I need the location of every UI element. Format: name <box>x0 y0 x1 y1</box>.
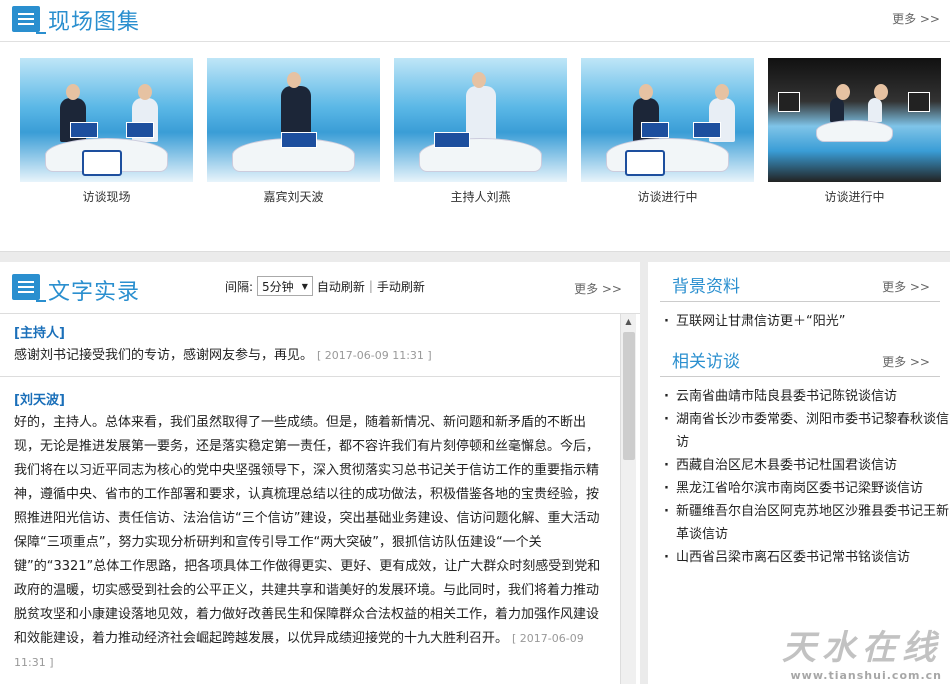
background-title: 背景资料 <box>672 277 740 297</box>
camera-icon <box>908 92 930 112</box>
timestamp: [ 2017-06-09 11:31 ] <box>317 349 432 362</box>
photo-item[interactable]: 嘉宾刘天波 <box>207 58 380 205</box>
transcript-entry: [主持人] 感谢刘书记接受我们的专访，感谢网友参与，再见。[ 2017-06-0… <box>0 314 620 368</box>
guest-figure <box>830 84 850 122</box>
photo-item[interactable]: 访谈进行中 <box>581 58 754 205</box>
related-item[interactable]: 湖南省长沙市委常委、浏阳市委书记黎春秋谈信访 <box>664 408 950 454</box>
photo-thumbnail[interactable] <box>768 58 941 182</box>
record-title: 文字实录 <box>48 280 141 305</box>
related-header: 相关访谈 更多 >> <box>660 337 940 377</box>
gallery-header: 现场图集 更多 >> <box>0 0 950 42</box>
record-more-link[interactable]: 更多 >> <box>574 280 622 297</box>
interval-label: 间隔: <box>225 279 254 294</box>
background-item[interactable]: 互联网让甘肃信访更＋“阳光” <box>664 310 950 333</box>
message-body: 好的，主持人。总体来看，我们虽然取得了一些成绩。但是，随着新情况、新问题和新矛盾… <box>14 415 601 646</box>
transcript-entry: [刘天波] 好的，主持人。总体来看，我们虽然取得了一些成绩。但是，随着新情况、新… <box>0 376 620 675</box>
auto-refresh-button[interactable]: 自动刷新 <box>317 278 365 295</box>
scroll-up-icon[interactable]: ▲ <box>621 314 636 330</box>
related-list: 云南省曲靖市陆良县委书记陈锐谈信访 湖南省长沙市委常委、浏阳市委书记黎春秋谈信访… <box>648 377 950 573</box>
document-list-icon <box>12 274 46 302</box>
gallery-title: 现场图集 <box>48 10 141 35</box>
photo-strip: 访谈现场 嘉宾刘天波 主持人刘燕 访谈进行中 访谈进行中 <box>20 58 941 205</box>
scrollbar-thumb[interactable] <box>623 332 635 460</box>
related-item[interactable]: 新疆维吾尔自治区阿克苏地区沙雅县委书记王新革谈信访 <box>664 500 950 546</box>
interval-select[interactable]: 5分钟 ▼ <box>257 276 313 296</box>
separator: | <box>368 279 373 293</box>
host-figure <box>466 72 496 142</box>
message-text: 好的，主持人。总体来看，我们虽然取得了一些成绩。但是，随着新情况、新问题和新矛盾… <box>14 411 608 675</box>
related-item[interactable]: 山西省吕梁市离石区委书记常书铭谈信访 <box>664 546 950 569</box>
photo-caption: 访谈现场 <box>82 190 131 204</box>
desk-screen <box>70 122 98 138</box>
message-text: 感谢刘书记接受我们的专访，感谢网友参与，再见。[ 2017-06-09 11:3… <box>14 344 608 368</box>
watermark-url: www.tianshui.com.cn <box>790 669 942 682</box>
manual-refresh-button[interactable]: 手动刷新 <box>377 278 425 295</box>
host-figure <box>868 84 888 122</box>
desk-screen <box>126 122 154 138</box>
refresh-controls: 间隔: 5分钟 ▼ 自动刷新 | 手动刷新 <box>225 276 425 296</box>
transcript-scrollbar[interactable]: ▲ <box>620 314 636 684</box>
related-more-link[interactable]: 更多 >> <box>882 353 930 370</box>
desk-screen <box>641 122 669 138</box>
photo-item[interactable]: 访谈现场 <box>20 58 193 205</box>
background-list: 互联网让甘肃信访更＋“阳光” <box>648 302 950 337</box>
related-item[interactable]: 黑龙江省哈尔滨市南岗区委书记梁野谈信访 <box>664 477 950 500</box>
record-header: 文字实录 间隔: 5分钟 ▼ 自动刷新 | 手动刷新 更多 >> <box>0 262 640 314</box>
gallery-section: 现场图集 更多 >> 访谈现场 嘉宾刘天波 主持人刘燕 访谈进行中 访谈进行中 <box>0 0 950 252</box>
photo-thumbnail[interactable] <box>20 58 193 182</box>
site-watermark: 天水在线 www.tianshui.com.cn <box>782 620 942 682</box>
transcript-feed[interactable]: [主持人] 感谢刘书记接受我们的专访，感谢网友参与，再见。[ 2017-06-0… <box>0 314 620 684</box>
photo-caption: 访谈进行中 <box>637 190 698 204</box>
speaker-name: [刘天波] <box>14 393 65 408</box>
watermark-name: 天水在线 <box>782 628 942 668</box>
photo-item[interactable]: 主持人刘燕 <box>394 58 567 205</box>
interval-value: 5分钟 <box>262 279 294 294</box>
desk-screen <box>693 122 721 138</box>
camera-icon <box>778 92 800 112</box>
sidebar: 背景资料 更多 >> 互联网让甘肃信访更＋“阳光” 相关访谈 更多 >> 云南省… <box>648 262 950 684</box>
news-logo-icon <box>82 150 122 176</box>
news-logo-icon <box>625 150 665 176</box>
photo-item[interactable]: 访谈进行中 <box>768 58 941 205</box>
background-more-link[interactable]: 更多 >> <box>882 278 930 295</box>
document-list-icon <box>12 6 46 34</box>
related-item[interactable]: 云南省曲靖市陆良县委书记陈锐谈信访 <box>664 385 950 408</box>
photo-caption: 主持人刘燕 <box>450 190 511 204</box>
photo-caption: 访谈进行中 <box>824 190 885 204</box>
related-title: 相关访谈 <box>672 352 740 372</box>
message-body: 感谢刘书记接受我们的专访，感谢网友参与，再见。 <box>14 348 314 363</box>
related-item[interactable]: 西藏自治区尼木县委书记杜国君谈信访 <box>664 454 950 477</box>
desk-screen <box>281 132 317 148</box>
gallery-more-link[interactable]: 更多 >> <box>892 10 940 27</box>
photo-thumbnail[interactable] <box>394 58 567 182</box>
photo-thumbnail[interactable] <box>581 58 754 182</box>
background-header: 背景资料 更多 >> <box>660 262 940 302</box>
chevron-down-icon: ▼ <box>301 281 308 291</box>
desk-screen <box>434 132 470 148</box>
speaker-name: [主持人] <box>14 326 65 341</box>
photo-thumbnail[interactable] <box>207 58 380 182</box>
record-section: 文字实录 间隔: 5分钟 ▼ 自动刷新 | 手动刷新 更多 >> [主持人] 感谢… <box>0 262 640 684</box>
studio-desk <box>816 120 893 142</box>
photo-caption: 嘉宾刘天波 <box>263 190 324 204</box>
